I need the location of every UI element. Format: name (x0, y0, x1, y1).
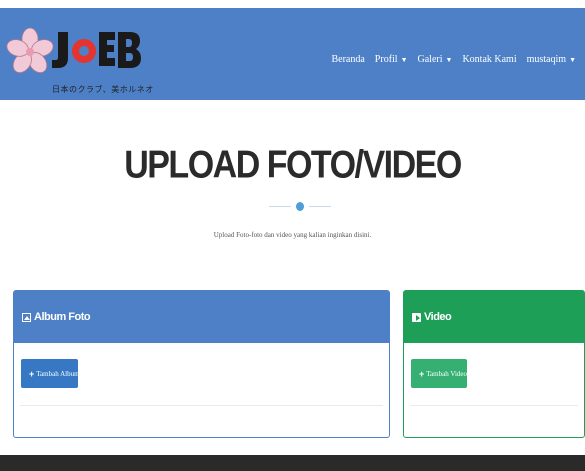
nav-label: Profil (374, 54, 398, 65)
logo-subtitle: 日本のクラブ、美ホルネオ (52, 85, 154, 94)
nav-item-galeri[interactable]: Galeri ▼ (413, 54, 458, 65)
add-album-button[interactable]: + Tambah Album (21, 359, 80, 388)
nav-label: Beranda (331, 54, 365, 65)
divider (20, 405, 383, 406)
title-divider (269, 202, 333, 211)
video-icon (412, 312, 421, 322)
page-title: UPLOAD FOTO/VIDEO (124, 143, 462, 187)
caret-down-icon: ▼ (400, 55, 408, 64)
image-icon (22, 312, 31, 322)
nav-label: Kontak Kami (462, 54, 517, 65)
add-video-button[interactable]: + Tambah Video (411, 359, 467, 388)
nav-item-beranda[interactable]: Beranda (326, 54, 369, 65)
nav-menu: Beranda Profil ▼ Galeri ▼ Kontak Kami mu… (326, 54, 581, 65)
album-panel: Album Foto + Tambah Album (13, 290, 390, 438)
logo[interactable] (6, 18, 146, 93)
divider-dot (296, 202, 304, 211)
divider (410, 405, 578, 406)
navbar: 日本のクラブ、美ホルネオ Beranda Profil ▼ Galeri ▼ K… (0, 8, 585, 100)
video-panel-title: Video (424, 311, 452, 323)
album-panel-body: + Tambah Album (14, 343, 389, 437)
footer (0, 455, 585, 471)
nav-item-profil[interactable]: Profil ▼ (370, 54, 413, 65)
caret-down-icon: ▼ (569, 55, 576, 64)
caret-down-icon: ▼ (445, 55, 453, 64)
brand-wordmark (52, 32, 141, 68)
nav-label: mustaqim (526, 54, 567, 65)
top-cropped-strip (0, 0, 585, 8)
add-album-label: Tambah Album (36, 369, 80, 378)
album-panel-title: Album Foto (34, 311, 91, 323)
video-panel: Video + Tambah Video (403, 290, 585, 438)
video-panel-body: + Tambah Video (404, 343, 584, 437)
plus-icon: + (29, 368, 35, 379)
nav-item-user[interactable]: mustaqim ▼ (522, 54, 581, 65)
add-video-label: Tambah Video (426, 369, 468, 378)
album-panel-header: Album Foto (14, 291, 389, 343)
cherry-blossom-icon (6, 27, 54, 73)
page-subtitle: Upload Foto-foto dan video yang kalian i… (213, 231, 372, 239)
nav-item-kontak[interactable]: Kontak Kami (457, 54, 521, 65)
nav-label: Galeri (417, 54, 443, 65)
plus-icon: + (419, 368, 425, 379)
video-panel-header: Video (404, 291, 584, 343)
